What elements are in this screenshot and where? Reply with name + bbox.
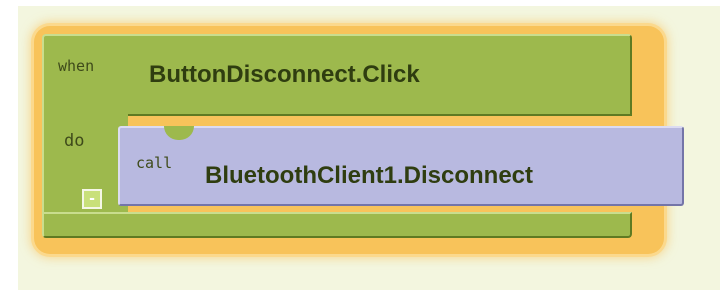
call-method-title: BluetoothClient1.Disconnect [205, 162, 534, 189]
blocks-workspace[interactable]: when ButtonDisconnect.Click do - call Bl… [18, 6, 720, 290]
when-keyword: when [58, 57, 95, 75]
collapse-button[interactable]: - [82, 189, 102, 209]
do-label: do [64, 131, 85, 151]
event-block-footer [42, 212, 632, 238]
call-keyword: call [136, 154, 173, 172]
event-title: ButtonDisconnect.Click [149, 61, 420, 88]
